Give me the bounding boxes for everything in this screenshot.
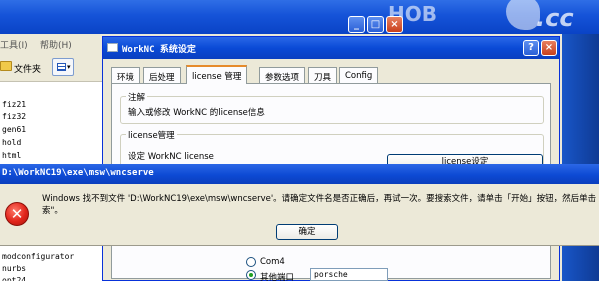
note-text: 输入或修改 WorkNC 的license信息: [128, 108, 265, 118]
chevron-down-icon: ▾: [67, 63, 71, 71]
error-dialog-title: D:\WorkNC19\exe\msw\wncserve: [2, 168, 154, 178]
license-group-label: license管理: [126, 129, 177, 141]
tab-config[interactable]: Config: [339, 67, 379, 83]
list-item[interactable]: fiz21: [2, 100, 26, 109]
window-title: WorkNC 系统设定: [122, 45, 196, 55]
error-icon: ✕: [5, 202, 29, 226]
menu-bar: 工具(I) 帮助(H): [0, 34, 104, 54]
error-message-line1: Windows 找不到文件 'D:\WorkNC19\exe\msw\wncse…: [42, 194, 599, 204]
watermark-logo: HOB .cc: [386, 0, 599, 34]
maximize-button[interactable]: □: [367, 16, 384, 33]
list-item[interactable]: hold: [2, 138, 21, 147]
menu-help[interactable]: 帮助(H): [40, 38, 72, 51]
list-item[interactable]: gen61: [2, 125, 26, 134]
logo-shape-icon: [506, 0, 540, 30]
toolbar: 文件夹 ▾: [0, 54, 104, 82]
error-message-line2: 索"。: [42, 206, 63, 216]
error-dialog-titlebar: D:\WorkNC19\exe\msw\wncserve: [0, 164, 599, 184]
close-button[interactable]: ×: [386, 16, 403, 33]
menu-tools[interactable]: 工具(I): [0, 38, 28, 51]
tab-tools[interactable]: 刀具: [308, 67, 338, 83]
error-message: Windows 找不到文件 'D:\WorkNC19\exe\msw\wncse…: [42, 193, 599, 217]
tab-license[interactable]: license 管理: [186, 65, 248, 84]
list-item[interactable]: opt24: [2, 276, 26, 281]
tab-parameters[interactable]: 参数选项: [259, 67, 306, 83]
list-item[interactable]: nurbs: [2, 264, 26, 273]
folder-icon: [0, 61, 12, 71]
com4-radio[interactable]: [246, 257, 256, 267]
note-group: 注解 输入或修改 WorkNC 的license信息: [120, 91, 544, 124]
help-button[interactable]: ?: [523, 40, 539, 56]
tab-environment[interactable]: 环境: [111, 67, 141, 83]
app-icon: [107, 43, 118, 52]
com4-label: Com4: [260, 257, 285, 267]
view-grid-icon: [57, 63, 66, 71]
logo-cc: .cc: [536, 4, 574, 32]
close-button[interactable]: ×: [541, 40, 557, 56]
other-port-label: 其他端口: [260, 273, 295, 281]
other-port-radio[interactable]: [246, 270, 256, 280]
list-item[interactable]: fiz32: [2, 112, 26, 121]
license-setting-label: 设定 WorkNC license: [128, 152, 214, 162]
worknc-titlebar: WorkNC 系统设定 ? ×: [103, 37, 559, 59]
ok-button[interactable]: 确定: [276, 224, 338, 240]
error-dialog: ✕ Windows 找不到文件 'D:\WorkNC19\exe\msw\wnc…: [0, 184, 599, 246]
tab-postprocess[interactable]: 后处理: [143, 67, 181, 83]
views-button[interactable]: ▾: [52, 58, 74, 76]
list-item[interactable]: modconfigurator: [2, 252, 74, 261]
list-item[interactable]: html: [2, 151, 21, 160]
folders-button[interactable]: 文件夹: [14, 62, 41, 75]
other-port-input[interactable]: porsche: [310, 268, 388, 281]
minimize-button[interactable]: _: [348, 16, 365, 33]
note-group-label: 注解: [126, 91, 148, 103]
